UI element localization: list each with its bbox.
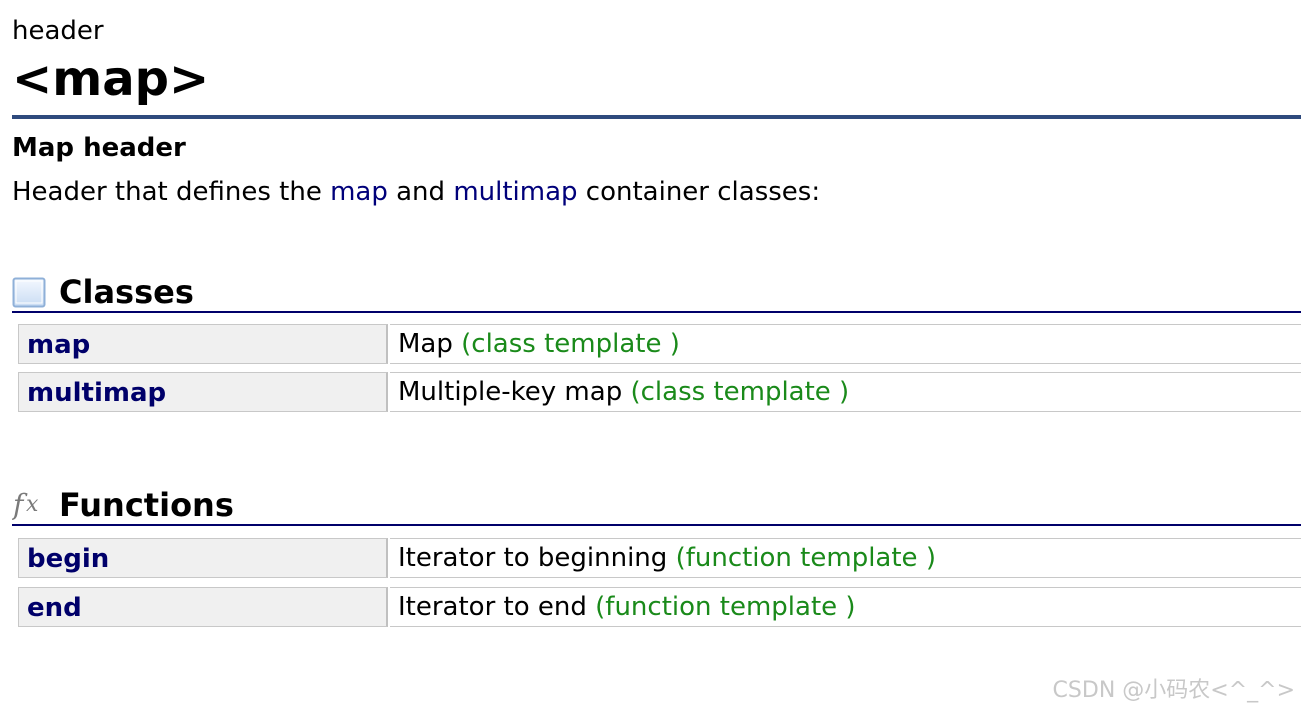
page-title: <map> <box>12 51 210 107</box>
class-link-multimap[interactable]: multimap <box>27 373 166 413</box>
functions-section-title: Functions <box>59 486 234 524</box>
table-row: map Map (class template ) <box>18 324 1301 364</box>
row-value-cell: Iterator to end (function template ) <box>390 587 1301 627</box>
row-key-cell: end <box>18 587 388 627</box>
row-value-cell: Iterator to beginning (function template… <box>390 538 1301 578</box>
classes-section-header: Classes <box>12 272 1301 312</box>
fx-function-icon: f x <box>11 488 46 521</box>
row-description: Iterator to end <box>398 592 596 622</box>
function-link-begin[interactable]: begin <box>27 539 109 579</box>
table-row: end Iterator to end (function template ) <box>18 587 1301 627</box>
row-kind: (class template ) <box>630 377 850 407</box>
row-kind: (function template ) <box>675 543 936 573</box>
row-value-cell: Map (class template ) <box>390 324 1301 364</box>
row-value-cell: Multiple-key map (class template ) <box>390 372 1301 412</box>
page-subtitle: Map header <box>12 133 186 163</box>
function-link-end[interactable]: end <box>27 588 82 628</box>
row-key-cell: multimap <box>18 372 388 412</box>
page-kicker: header <box>12 16 104 46</box>
functions-section-header: f x Functions <box>11 485 1301 525</box>
row-key-cell: begin <box>18 538 388 578</box>
row-description: Multiple-key map <box>398 377 631 407</box>
row-key-cell: map <box>18 324 388 364</box>
csdn-watermark: CSDN @小码农<^_^> <box>1052 678 1295 703</box>
classes-section-title: Classes <box>59 273 194 311</box>
classes-section-divider <box>12 311 1301 313</box>
desc-suffix: container classes: <box>577 177 821 207</box>
desc-middle: and <box>387 177 454 207</box>
table-row: multimap Multiple-key map (class templat… <box>18 372 1301 412</box>
class-box-icon <box>12 276 46 308</box>
row-description: Map <box>398 329 462 359</box>
desc-prefix: Header that defines the <box>12 177 331 207</box>
link-map[interactable]: map <box>330 177 388 207</box>
class-link-map[interactable]: map <box>27 325 90 365</box>
table-row: begin Iterator to beginning (function te… <box>18 538 1301 578</box>
row-kind: (class template ) <box>461 329 680 359</box>
link-multimap[interactable]: multimap <box>453 177 577 207</box>
title-divider <box>12 115 1301 119</box>
page-description: Header that defines the map and multimap… <box>12 174 820 210</box>
functions-section-divider <box>12 524 1301 526</box>
row-kind: (function template ) <box>595 592 856 622</box>
row-description: Iterator to beginning <box>398 543 676 573</box>
svg-text:x: x <box>26 492 39 517</box>
